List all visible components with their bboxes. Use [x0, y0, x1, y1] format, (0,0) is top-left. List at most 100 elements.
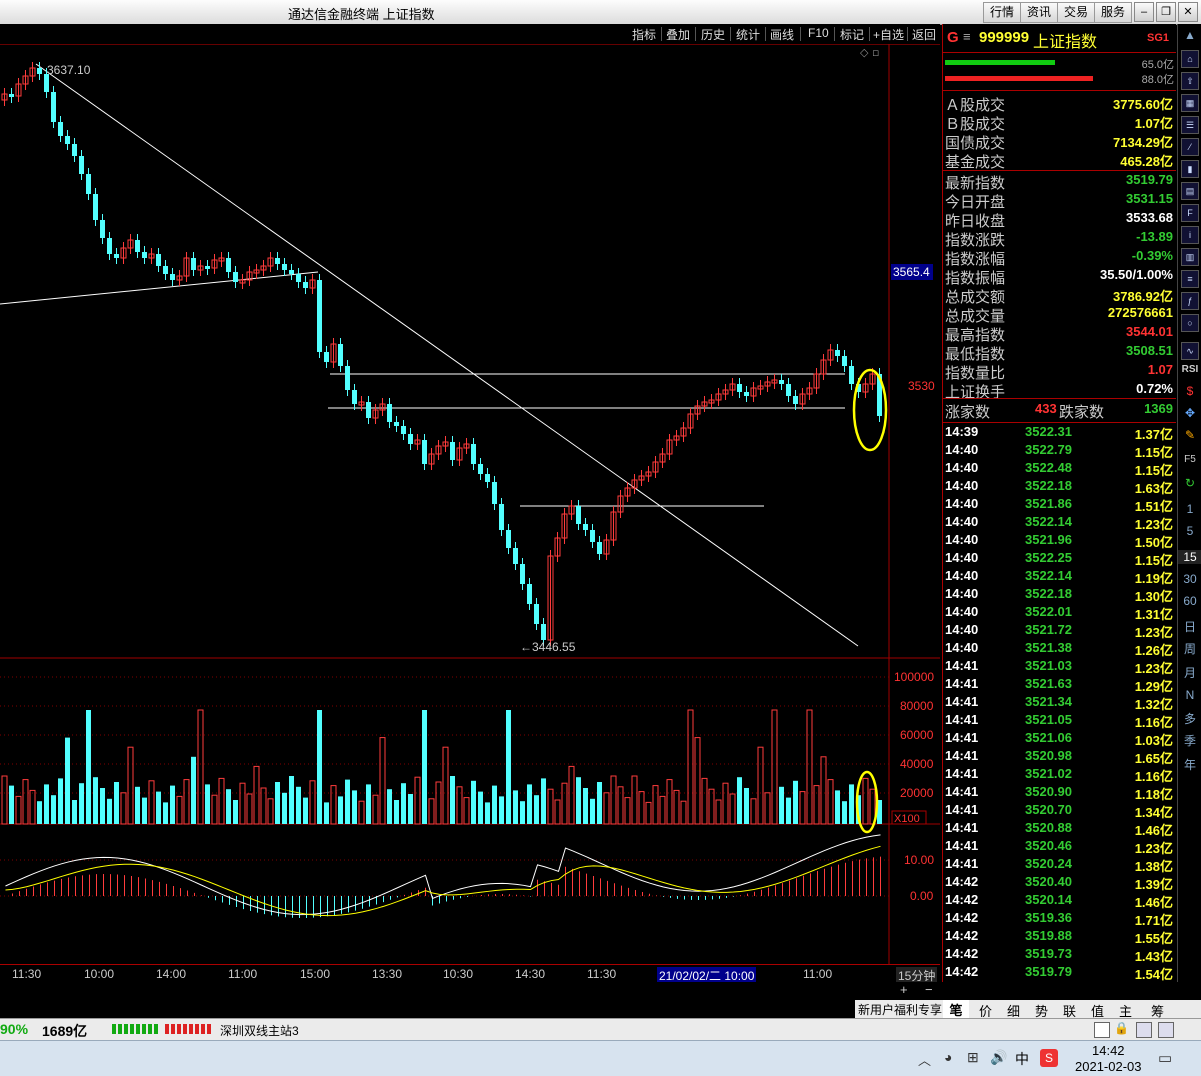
turnover-value: 3775.60亿: [1113, 97, 1173, 112]
finance-icon[interactable]: ≡: [1181, 270, 1199, 288]
candle: [93, 194, 98, 220]
fund-icon[interactable]: F: [1181, 204, 1199, 222]
volume-bar: [757, 746, 764, 825]
volume-bar: [422, 710, 427, 824]
volume-bar: [779, 786, 784, 824]
circle-icon[interactable]: ○: [1181, 314, 1199, 332]
candle: [156, 254, 161, 266]
status-amount: 1689亿: [42, 1023, 88, 1039]
volume-icon[interactable]: 🔊: [990, 1049, 1007, 1066]
menu-icon[interactable]: ≡: [963, 29, 971, 44]
toolbar-f10[interactable]: F10: [808, 26, 829, 40]
promo-tab[interactable]: 新用户福利专享: [858, 1001, 942, 1018]
vol-axis-label-1: 100000: [894, 670, 934, 684]
money-icon[interactable]: $: [1178, 384, 1201, 398]
table-icon[interactable]: ▤: [1181, 182, 1199, 200]
candle: [534, 604, 539, 624]
volume-bar: [303, 797, 308, 824]
toolbar-diejia[interactable]: 叠加: [666, 26, 690, 43]
refresh-icon[interactable]: ↻: [1178, 476, 1201, 490]
lock-icon[interactable]: 🔒: [1114, 1021, 1129, 1035]
tick-row: 14:41 3521.06 1.03亿: [945, 730, 1173, 748]
tick-row: 14:40 3521.96 1.50亿: [945, 532, 1173, 550]
stat-label: 最新指数: [945, 175, 1006, 192]
notification-icon[interactable]: ▭: [1158, 1049, 1172, 1067]
stat-row: 昨日收盘 3533.68: [945, 210, 1173, 230]
minimize-icon[interactable]: –: [1134, 2, 1154, 22]
turnover-label: Ａ股成交: [945, 97, 1006, 114]
tick-amount: 1.26亿: [1134, 643, 1173, 658]
screen-icon[interactable]: [1094, 1022, 1110, 1038]
sogou-icon[interactable]: S: [1040, 1049, 1058, 1067]
period-week[interactable]: 周: [1178, 640, 1201, 657]
tick-time: 14:40: [945, 586, 979, 601]
rsi-button[interactable]: RSI: [1178, 364, 1201, 375]
volume-bar: [820, 756, 827, 825]
tick-amount: 1.63亿: [1134, 481, 1173, 496]
home-icon[interactable]: ⌂: [1181, 50, 1199, 68]
tick-price: 3521.96: [1025, 532, 1072, 547]
report-icon[interactable]: ▥: [1181, 248, 1199, 266]
wave-icon[interactable]: ∿: [1181, 342, 1199, 360]
menu-jiaoyi-button[interactable]: 交易: [1057, 2, 1096, 23]
ime-indicator[interactable]: 中: [1015, 1049, 1029, 1069]
toolbar-lishi[interactable]: 历史: [701, 26, 725, 43]
server-name[interactable]: 深圳双线主站3: [220, 1022, 299, 1039]
f5-button[interactable]: F5: [1178, 454, 1201, 465]
kline-chart[interactable]: 3637.10 ←3446.55 3565.4 3530 100000 8000…: [0, 44, 940, 964]
scroll-up-icon[interactable]: ▲: [1178, 28, 1201, 42]
pen-icon[interactable]: ✎: [1178, 428, 1201, 442]
info-icon[interactable]: i: [1181, 226, 1199, 244]
volume-bar: [806, 709, 813, 825]
menu-hangqing-button[interactable]: 行情: [983, 2, 1022, 23]
toolbar-zhibiao[interactable]: 指标: [632, 26, 656, 43]
zoom-out-button[interactable]: −: [925, 982, 933, 997]
volume-bar: [597, 782, 602, 824]
tab-bi[interactable]: 笔: [943, 1000, 969, 1018]
grid-icon[interactable]: ▦: [1181, 94, 1199, 112]
volume-bar: [744, 788, 749, 824]
list-icon[interactable]: ☰: [1181, 116, 1199, 134]
period-n[interactable]: N: [1178, 688, 1201, 702]
expand-icon[interactable]: ◇ ▫: [860, 46, 879, 59]
qq-icon[interactable]: ◕: [944, 1049, 952, 1065]
period-60[interactable]: 60: [1178, 594, 1201, 608]
tick-row: 14:42 3520.40 1.39亿: [945, 874, 1173, 892]
toolbar-biaoji[interactable]: 标记: [840, 26, 864, 43]
window-icon[interactable]: [1136, 1022, 1152, 1038]
menu-zixun-button[interactable]: 资讯: [1020, 2, 1059, 23]
close-icon[interactable]: ✕: [1178, 2, 1198, 22]
line-chart-icon[interactable]: ⁄: [1181, 138, 1199, 156]
zoom-in-button[interactable]: +: [900, 982, 908, 997]
candle-icon[interactable]: ▮: [1181, 160, 1199, 178]
period-month[interactable]: 月: [1178, 664, 1201, 681]
candle: [296, 274, 301, 282]
volume-bar: [127, 746, 134, 825]
move-icon[interactable]: ✥: [1178, 406, 1201, 420]
network-icon[interactable]: ⊞: [967, 1049, 979, 1066]
tray-chevron-icon[interactable]: ︿: [918, 1050, 931, 1069]
tick-price: 3520.88: [1025, 820, 1072, 835]
candle: [506, 530, 511, 548]
restore-icon[interactable]: ❐: [1156, 2, 1176, 22]
tick-amount: 1.43亿: [1134, 949, 1173, 964]
clock-date: 2021-02-03: [1075, 1059, 1142, 1074]
period-15[interactable]: 15: [1178, 550, 1201, 564]
tick-price: 3520.14: [1025, 892, 1072, 907]
period-year[interactable]: 年: [1178, 756, 1201, 773]
toolbar-zixuan[interactable]: +自选: [873, 26, 904, 43]
period-quarter[interactable]: 季: [1178, 732, 1201, 749]
period-1[interactable]: 1: [1178, 502, 1201, 516]
period-30[interactable]: 30: [1178, 572, 1201, 586]
tile-icon[interactable]: [1158, 1022, 1174, 1038]
toolbar-huaxian[interactable]: 画线: [770, 26, 794, 43]
function-icon[interactable]: ƒ: [1181, 292, 1199, 310]
toolbar-tongji[interactable]: 统计: [736, 26, 760, 43]
tick-row: 14:42 3519.73 1.43亿: [945, 946, 1173, 964]
period-5[interactable]: 5: [1178, 524, 1201, 538]
arrow-icon[interactable]: ⇧: [1181, 72, 1199, 90]
period-multi[interactable]: 多: [1178, 710, 1201, 727]
menu-fuwu-button[interactable]: 服务: [1094, 2, 1133, 23]
toolbar-fanhui[interactable]: 返回: [912, 26, 936, 43]
period-day[interactable]: 日: [1178, 618, 1201, 635]
